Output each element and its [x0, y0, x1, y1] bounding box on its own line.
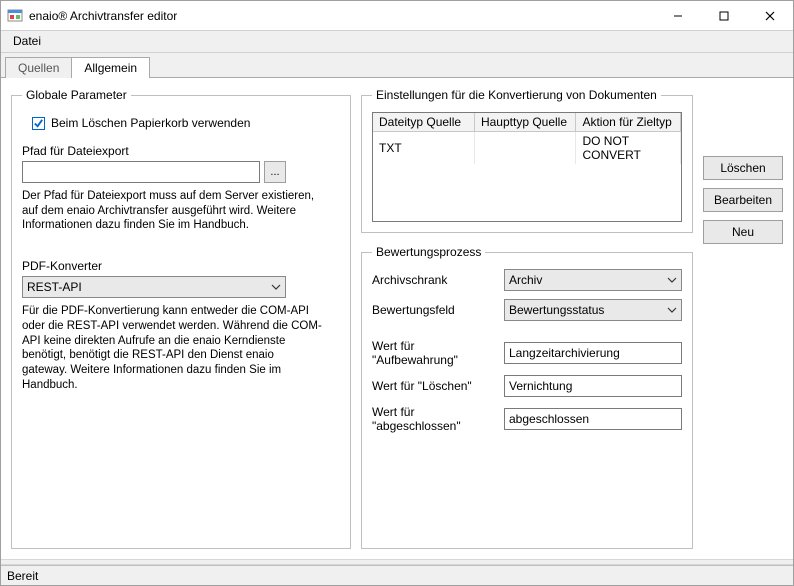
- label-wert-aufbewahrung: Wert für "Aufbewahrung": [372, 339, 498, 367]
- label-wert-loeschen: Wert für "Löschen": [372, 379, 498, 393]
- window-controls: [655, 1, 793, 30]
- fieldset-global-parameter: Globale Parameter Beim Löschen Papierkor…: [11, 88, 351, 549]
- legend-konvert: Einstellungen für die Konvertierung von …: [372, 88, 661, 102]
- label-archivschrank: Archivschrank: [372, 273, 498, 287]
- combo-bewertungsfeld-value: Bewertungsstatus: [509, 303, 604, 317]
- helptext-pfad: Der Pfad für Dateiexport muss auf dem Se…: [22, 189, 322, 233]
- chevron-down-icon: [667, 307, 677, 313]
- cell-dateityp: TXT: [373, 132, 474, 165]
- combo-pdf-konverter[interactable]: REST-API: [22, 276, 286, 298]
- cell-aktion: DO NOT CONVERT: [576, 132, 681, 165]
- conversion-grid[interactable]: Dateityp Quelle Haupttyp Quelle Aktion f…: [372, 112, 682, 222]
- col-left: Globale Parameter Beim Löschen Papierkor…: [11, 88, 351, 549]
- chevron-down-icon: [271, 284, 281, 290]
- col-right: Löschen Bearbeiten Neu: [703, 88, 783, 549]
- app-icon: [7, 8, 23, 24]
- chevron-down-icon: [667, 277, 677, 283]
- label-pdf-konverter: PDF-Konverter: [22, 259, 340, 273]
- legend-bewertung: Bewertungsprozess: [372, 245, 485, 259]
- checkbox-papierkorb[interactable]: Beim Löschen Papierkorb verwenden: [32, 116, 340, 130]
- combo-bewertungsfeld[interactable]: Bewertungsstatus: [504, 299, 682, 321]
- col-aktion-zieltyp[interactable]: Aktion für Zieltyp: [576, 113, 681, 132]
- close-button[interactable]: [747, 1, 793, 30]
- maximize-button[interactable]: [701, 1, 747, 30]
- browse-button[interactable]: ...: [264, 161, 286, 183]
- titlebar: enaio® Archivtransfer editor: [1, 1, 793, 31]
- col-mid: Einstellungen für die Konvertierung von …: [361, 88, 693, 549]
- input-wert-loeschen[interactable]: [504, 375, 682, 397]
- tab-panel-allgemein: Globale Parameter Beim Löschen Papierkor…: [1, 77, 793, 559]
- input-wert-abgeschlossen[interactable]: [504, 408, 682, 430]
- bearbeiten-button[interactable]: Bearbeiten: [703, 188, 783, 212]
- combo-pdf-value: REST-API: [27, 280, 82, 294]
- tab-quellen[interactable]: Quellen: [5, 57, 72, 78]
- table-row[interactable]: TXT DO NOT CONVERT: [373, 132, 681, 165]
- col-haupttyp-quelle[interactable]: Haupttyp Quelle: [474, 113, 575, 132]
- tab-allgemein[interactable]: Allgemein: [71, 57, 150, 78]
- fieldset-bewertung: Bewertungsprozess Archivschrank Archiv B…: [361, 245, 693, 549]
- combo-archivschrank-value: Archiv: [509, 273, 542, 287]
- checkbox-papierkorb-box[interactable]: [32, 117, 45, 130]
- statusbar: Bereit: [1, 565, 793, 585]
- legend-global: Globale Parameter: [22, 88, 131, 102]
- neu-button[interactable]: Neu: [703, 220, 783, 244]
- input-pfad[interactable]: [22, 161, 260, 183]
- helptext-pdf: Für die PDF-Konvertierung kann entweder …: [22, 304, 322, 392]
- checkbox-papierkorb-label: Beim Löschen Papierkorb verwenden: [51, 116, 250, 130]
- app-window: enaio® Archivtransfer editor Datei Quell…: [0, 0, 794, 586]
- cell-haupttyp: [474, 132, 575, 165]
- minimize-button[interactable]: [655, 1, 701, 30]
- label-pfad: Pfad für Dateiexport: [22, 144, 340, 158]
- label-bewertungsfeld: Bewertungsfeld: [372, 303, 498, 317]
- fieldset-konvertierung: Einstellungen für die Konvertierung von …: [361, 88, 693, 233]
- loeschen-button[interactable]: Löschen: [703, 156, 783, 180]
- label-wert-abgeschlossen: Wert für "abgeschlossen": [372, 405, 498, 433]
- menu-datei[interactable]: Datei: [5, 31, 49, 52]
- col-dateityp-quelle[interactable]: Dateityp Quelle: [373, 113, 474, 132]
- menubar: Datei: [1, 31, 793, 53]
- grid-header-row: Dateityp Quelle Haupttyp Quelle Aktion f…: [373, 113, 681, 132]
- input-wert-aufbewahrung[interactable]: [504, 342, 682, 364]
- window-title: enaio® Archivtransfer editor: [29, 9, 655, 23]
- status-text: Bereit: [7, 569, 38, 583]
- combo-archivschrank[interactable]: Archiv: [504, 269, 682, 291]
- tabstrip: Quellen Allgemein: [1, 53, 793, 77]
